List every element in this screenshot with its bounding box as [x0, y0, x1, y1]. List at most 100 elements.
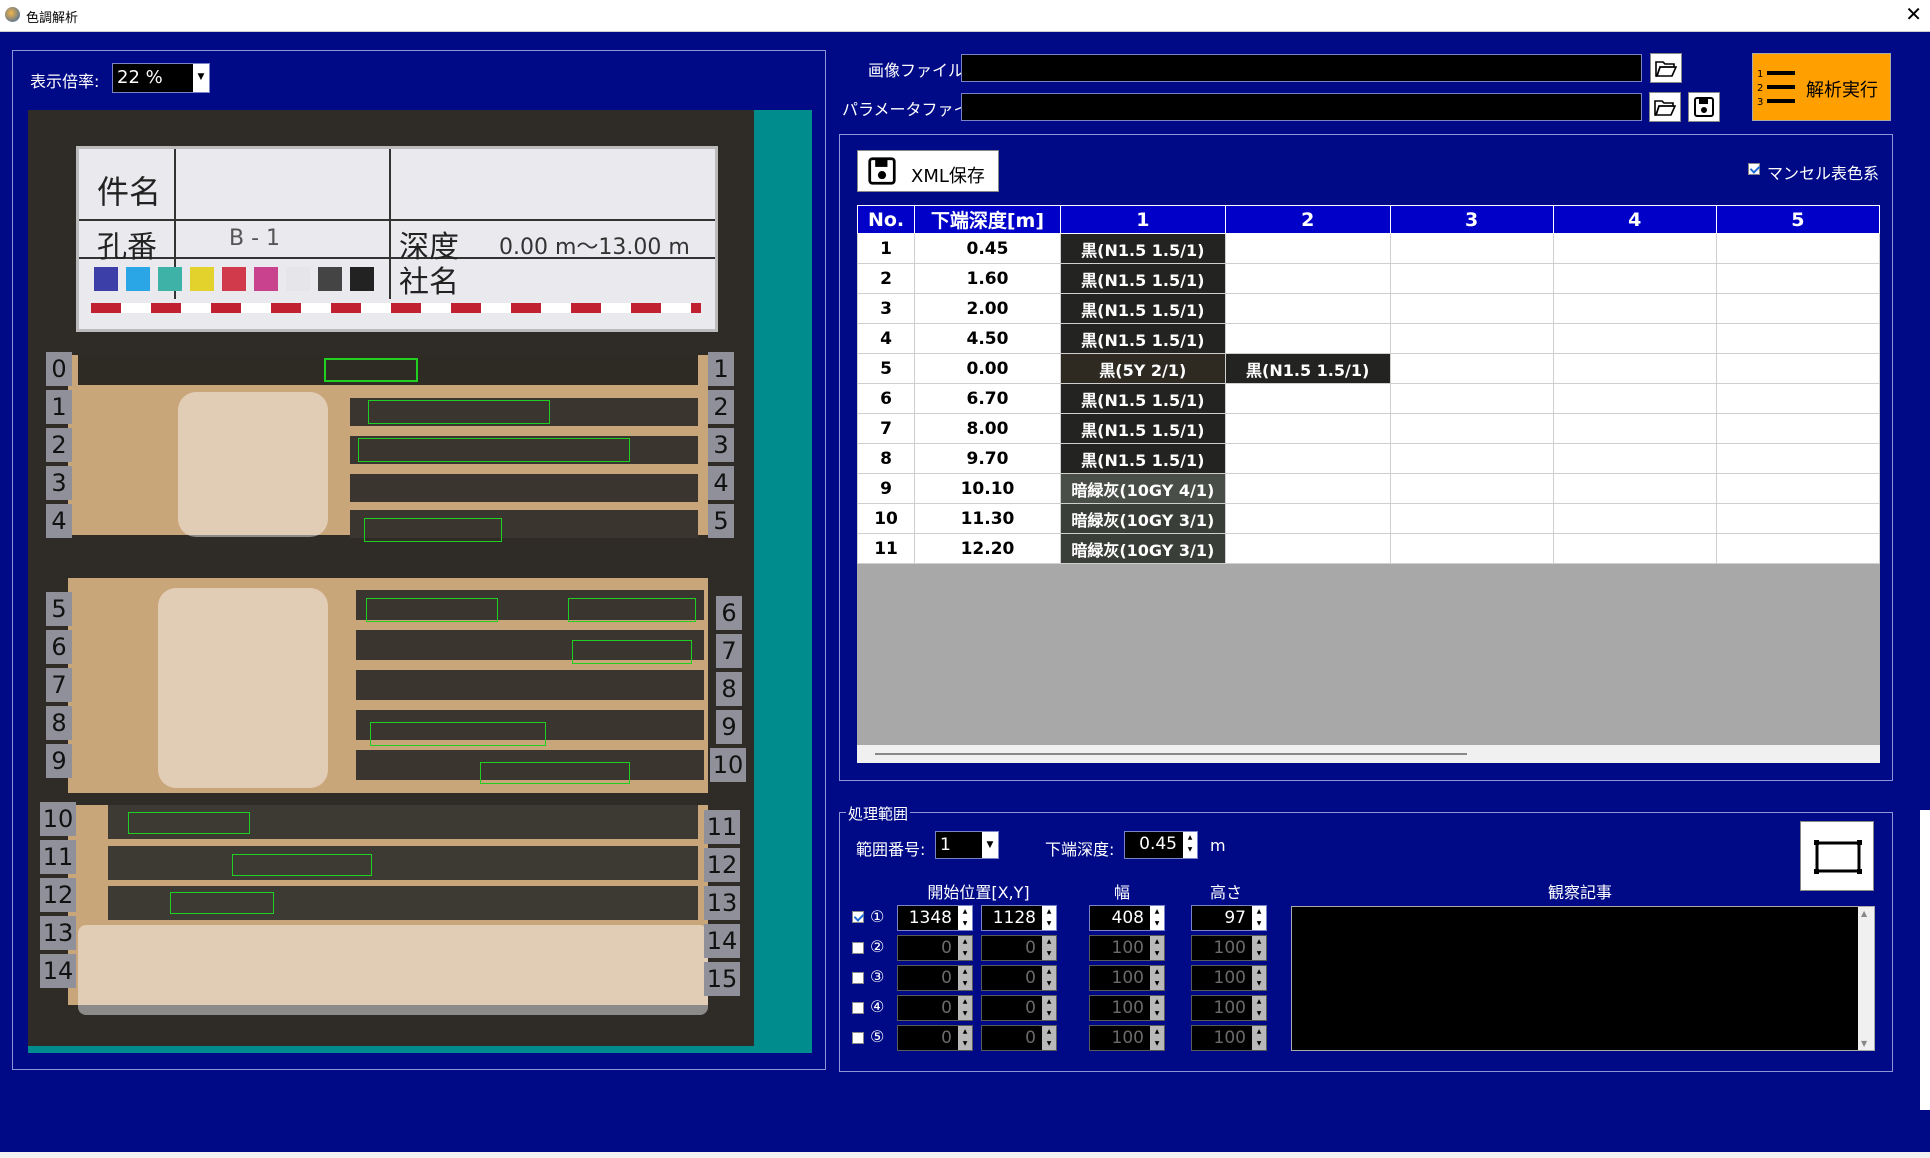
height-stepper[interactable]: 100 ▲ ▼ — [1191, 935, 1267, 961]
bottom-depth-stepper[interactable]: 0.45 ▲ ▼ — [1124, 831, 1198, 859]
range-number: ② — [870, 937, 885, 956]
floppy-disk-icon — [1694, 97, 1714, 117]
image-file-input[interactable] — [961, 54, 1642, 82]
save-param-button[interactable] — [1688, 92, 1720, 122]
table-row[interactable]: 11 12.20 暗緑灰(10GY 3/1) — [857, 533, 1880, 564]
run-analysis-button[interactable]: 1 2 3 解析実行 — [1752, 53, 1891, 121]
range-box[interactable] — [480, 762, 630, 784]
range-enable-checkbox[interactable] — [852, 1002, 864, 1014]
height-stepper[interactable]: 100 ▲ ▼ — [1191, 965, 1267, 991]
start-y-stepper[interactable]: 0 ▲ ▼ — [981, 935, 1057, 961]
fit-range-button[interactable] — [1800, 821, 1874, 891]
start-y-stepper[interactable]: 0 ▲ ▼ — [981, 995, 1057, 1021]
height-header: 高さ — [1209, 883, 1242, 902]
board-name-label: 件名 — [97, 173, 162, 211]
ruler-strip — [91, 303, 701, 313]
start-x-stepper[interactable]: 0 ▲ ▼ — [897, 995, 973, 1021]
image-file-label: 画像ファイル: — [868, 61, 970, 80]
window-scrollbar[interactable] — [1920, 810, 1930, 1110]
results-grid[interactable]: No. 下端深度[m] 1 2 3 4 5 1 0.45 黒(N1.5 1.5/1)… — [857, 205, 1880, 763]
col-header-4[interactable]: 4 — [1552, 205, 1717, 234]
table-row[interactable]: 1 0.45 黒(N1.5 1.5/1) — [857, 233, 1880, 264]
rectangle-select-icon — [1814, 840, 1862, 874]
range-number: ④ — [870, 997, 885, 1016]
notes-scrollbar[interactable]: ▲ ▼ — [1858, 907, 1874, 1050]
table-row[interactable]: 10 11.30 暗緑灰(10GY 3/1) — [857, 503, 1880, 534]
width-header: 幅 — [1113, 883, 1130, 902]
chevron-down-icon[interactable]: ▼ — [982, 832, 998, 858]
table-row[interactable]: 8 9.70 黒(N1.5 1.5/1) — [857, 443, 1880, 474]
range-box[interactable] — [572, 640, 692, 664]
range-box[interactable] — [364, 518, 502, 542]
table-row[interactable]: 3 2.00 黒(N1.5 1.5/1) — [857, 293, 1880, 324]
start-y-stepper[interactable]: 1128 ▲ ▼ — [981, 905, 1057, 931]
col-header-5[interactable]: 5 — [1715, 205, 1880, 234]
height-stepper[interactable]: 100 ▲ ▼ — [1191, 1025, 1267, 1051]
bottom-depth-label: 下端深度: — [1045, 840, 1115, 859]
range-index-value: 1 — [940, 835, 951, 855]
range-enable-checkbox[interactable] — [852, 1032, 864, 1044]
col-header-depth[interactable]: 下端深度[m] — [914, 205, 1061, 234]
open-image-button[interactable] — [1650, 53, 1682, 83]
width-stepper[interactable]: 408 ▲ ▼ — [1089, 905, 1165, 931]
range-box[interactable] — [170, 892, 274, 914]
close-icon[interactable]: ✕ — [1905, 2, 1922, 26]
width-stepper[interactable]: 100 ▲ ▼ — [1089, 965, 1165, 991]
grid-horizontal-scrollbar[interactable] — [857, 745, 1880, 763]
xml-save-label: XML保存 — [911, 166, 985, 187]
height-stepper[interactable]: 100 ▲ ▼ — [1191, 995, 1267, 1021]
range-box[interactable] — [368, 400, 550, 424]
chevron-down-icon[interactable]: ▼ — [193, 64, 209, 92]
xml-save-button[interactable]: XML保存 — [857, 150, 999, 192]
range-box[interactable] — [568, 598, 696, 622]
start-y-stepper[interactable]: 0 ▲ ▼ — [981, 965, 1057, 991]
range-number: ⑤ — [870, 1027, 885, 1046]
range-box[interactable] — [128, 812, 250, 834]
range-enable-checkbox[interactable] — [852, 911, 864, 923]
table-row[interactable]: 7 8.00 黒(N1.5 1.5/1) — [857, 413, 1880, 444]
numbered-list-icon: 1 2 3 — [1757, 69, 1795, 108]
width-stepper[interactable]: 100 ▲ ▼ — [1089, 1025, 1165, 1051]
window-title: 色調解析 — [26, 11, 79, 26]
width-stepper[interactable]: 100 ▲ ▼ — [1089, 935, 1165, 961]
height-stepper[interactable]: 97 ▲ ▼ — [1191, 905, 1267, 931]
observation-notes-textarea[interactable]: ▲ ▼ — [1291, 906, 1875, 1051]
range-box[interactable] — [358, 438, 630, 462]
col-header-3[interactable]: 3 — [1389, 205, 1554, 234]
folder-open-icon — [1655, 61, 1677, 77]
open-param-button[interactable] — [1649, 92, 1681, 122]
table-row[interactable]: 6 6.70 黒(N1.5 1.5/1) — [857, 383, 1880, 414]
start-x-stepper[interactable]: 1348 ▲ ▼ — [897, 905, 973, 931]
width-stepper[interactable]: 100 ▲ ▼ — [1089, 995, 1165, 1021]
table-row[interactable]: 2 1.60 黒(N1.5 1.5/1) — [857, 263, 1880, 294]
start-x-stepper[interactable]: 0 ▲ ▼ — [897, 935, 973, 961]
col-header-no[interactable]: No. — [857, 205, 916, 234]
range-box[interactable] — [370, 722, 546, 746]
table-row[interactable]: 9 10.10 暗緑灰(10GY 4/1) — [857, 473, 1880, 504]
stepper-arrows-icon[interactable]: ▲ ▼ — [1183, 832, 1197, 858]
run-analysis-label: 解析実行 — [1806, 80, 1878, 101]
munsell-checkbox[interactable] — [1748, 163, 1760, 175]
range-box[interactable] — [232, 854, 372, 876]
start-y-stepper[interactable]: 0 ▲ ▼ — [981, 1025, 1057, 1051]
range-index-select[interactable]: 1 ▼ — [935, 831, 999, 859]
svg-text:3: 3 — [1757, 97, 1763, 108]
core-photo[interactable]: 件名 孔番 B - 1 深度 0.00 m〜13.00 m 社名 0 1 2 3… — [28, 110, 754, 1050]
range-enable-checkbox[interactable] — [852, 942, 864, 954]
range-box[interactable] — [366, 598, 498, 622]
results-table: No. 下端深度[m] 1 2 3 4 5 1 0.45 黒(N1.5 1.5/1)… — [857, 205, 1880, 564]
table-row[interactable]: 5 0.00 黒(5Y 2/1) 黒(N1.5 1.5/1) — [857, 353, 1880, 384]
col-header-2[interactable]: 2 — [1224, 205, 1391, 234]
board-hole-value: B - 1 — [229, 226, 281, 251]
range-enable-checkbox[interactable] — [852, 972, 864, 984]
zoom-select[interactable]: 22 % ▼ — [112, 63, 210, 93]
title-bar: 色調解析 ✕ — [0, 0, 1930, 32]
range-box-1[interactable] — [324, 358, 418, 382]
color-swatches — [94, 267, 384, 291]
board-hole-label: 孔番 — [97, 230, 157, 265]
start-x-stepper[interactable]: 0 ▲ ▼ — [897, 1025, 973, 1051]
param-file-input[interactable] — [961, 93, 1642, 121]
table-row[interactable]: 4 4.50 黒(N1.5 1.5/1) — [857, 323, 1880, 354]
col-header-1[interactable]: 1 — [1059, 205, 1226, 234]
start-x-stepper[interactable]: 0 ▲ ▼ — [897, 965, 973, 991]
